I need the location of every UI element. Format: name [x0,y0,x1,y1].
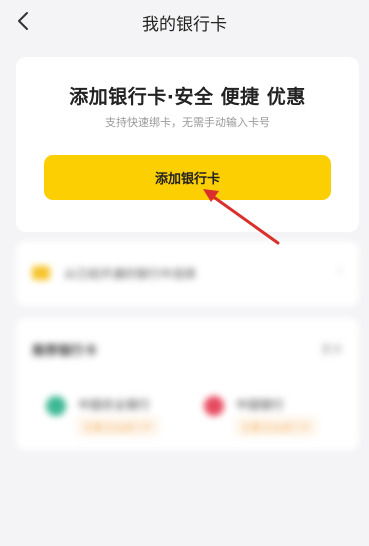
annotation-arrow [203,189,280,245]
